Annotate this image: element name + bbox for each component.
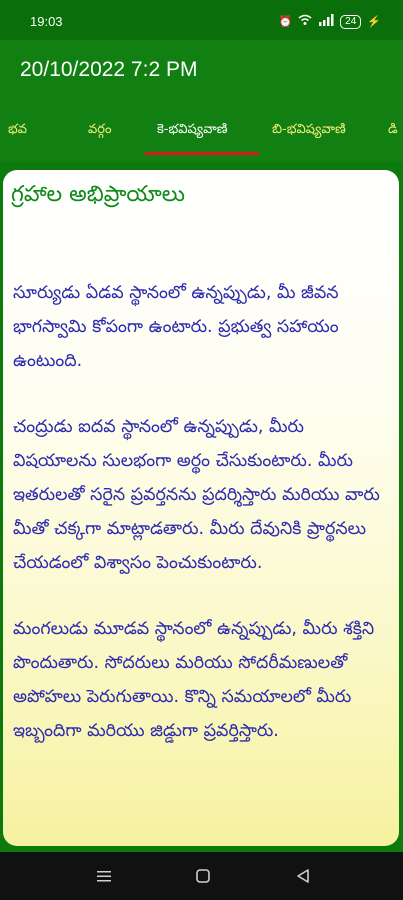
app-header: 20/10/2022 7:2 PM [0, 40, 403, 102]
charging-icon: ⚡ [367, 16, 381, 28]
alarm-icon: ⏰ [278, 16, 293, 28]
back-icon[interactable] [296, 868, 310, 888]
status-bar: 19:03 ⏰ 24 ⚡ [0, 0, 403, 40]
page-title: 20/10/2022 7:2 PM [20, 58, 198, 81]
home-icon[interactable] [195, 868, 211, 888]
active-tab-indicator [145, 152, 259, 155]
paragraph-moon: చంద్రుడు ఐదవ స్థానంలో ఉన్నప్పుడు, మీరు వ… [13, 417, 380, 573]
status-icons: ⏰ 24 ⚡ [278, 14, 381, 29]
paragraph-mars: మంగలుడు మూడవ స్థానంలో ఉన్నప్పుడు, మీరు శ… [13, 619, 375, 741]
content-card: గ్రహాల అభిప్రాయాలు సూర్యుడు ఏడవ స్థానంలో… [3, 170, 399, 846]
card-title: గ్రహాల అభిప్రాయాలు [11, 182, 185, 207]
wifi-icon [298, 14, 312, 29]
tab-b-bhavishyavani[interactable]: బి-భవిష్యవాణి [272, 122, 346, 140]
system-nav-bar [0, 852, 403, 900]
battery-icon: 24 [340, 14, 362, 29]
paragraph-sun: సూర్యుడు ఏడవ స్థానంలో ఉన్నప్పుడు, మీ జీవ… [13, 283, 339, 371]
status-time: 19:03 [30, 14, 63, 29]
tab-bhava[interactable]: భవ [8, 122, 27, 140]
recents-icon[interactable] [96, 868, 112, 888]
tab-k-bhavishyavani[interactable]: కె-భవిష్యవాణి [157, 122, 228, 140]
signal-icon [318, 14, 334, 29]
tab-vargam[interactable]: వర్గం [88, 122, 112, 140]
tab-d[interactable]: డి [388, 122, 398, 140]
card-body: సూర్యుడు ఏడవ స్థానంలో ఉన్నప్పుడు, మీ జీవ… [13, 276, 385, 780]
